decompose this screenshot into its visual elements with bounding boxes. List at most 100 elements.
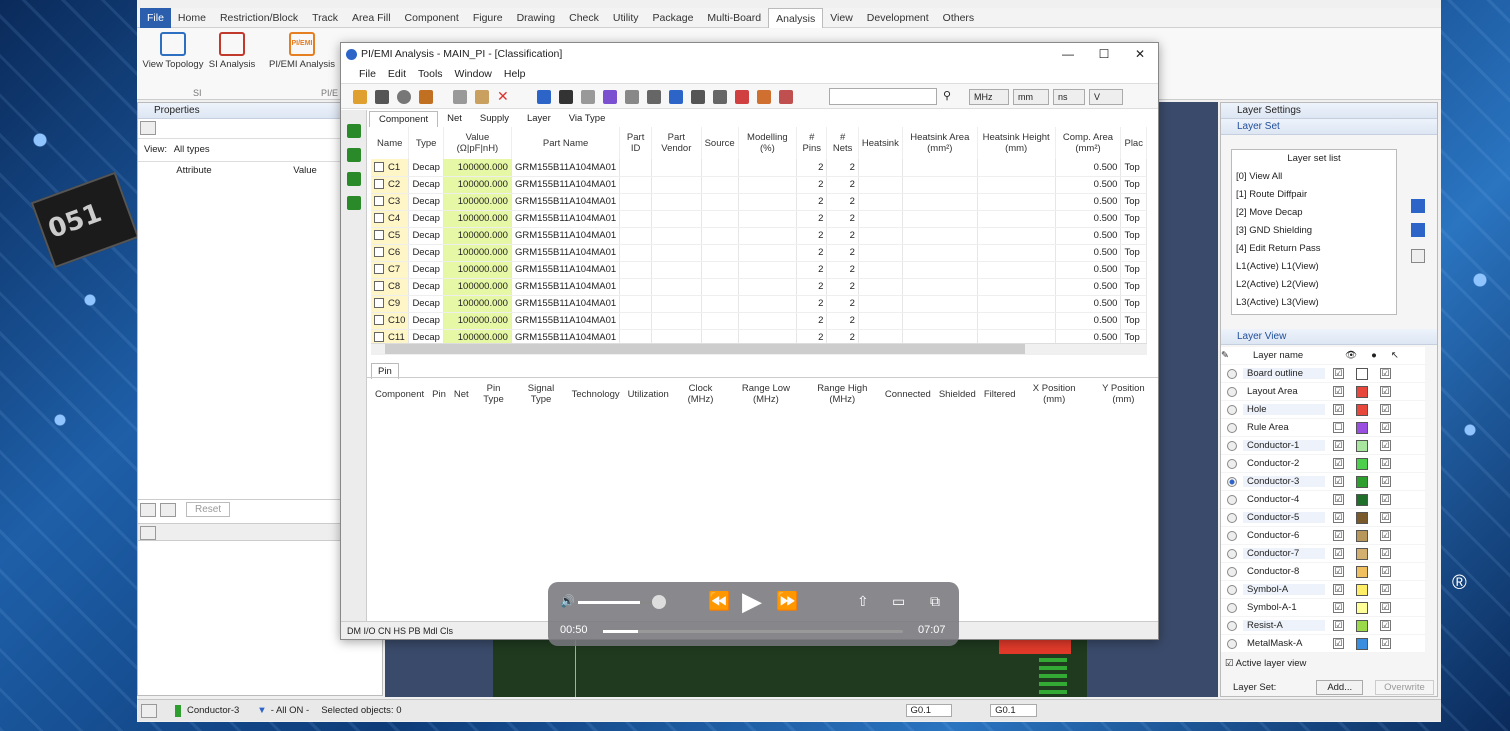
subpanel-icon[interactable] (140, 526, 156, 540)
menu-edit[interactable]: Edit (388, 68, 406, 80)
analyze-icon[interactable] (419, 90, 433, 104)
layer-row[interactable]: Conductor-3 ☑ ☑ (1221, 473, 1425, 491)
fast-forward-icon[interactable]: ⏩ (776, 591, 798, 612)
selectable-checkbox[interactable]: ☑ (1380, 602, 1391, 613)
visible-checkbox[interactable]: ☑ (1333, 458, 1344, 469)
layer-row[interactable]: Resist-A ☑ ☑ (1221, 617, 1425, 635)
menu-help[interactable]: Help (504, 68, 526, 80)
visible-checkbox[interactable]: ☑ (1333, 530, 1344, 541)
rewind-icon[interactable]: ⏪ (708, 591, 730, 612)
active-layer-radio[interactable] (1227, 494, 1237, 505)
tool-icon-2[interactable] (559, 90, 573, 104)
table-row[interactable]: C5 Decap 100000.000 GRM155B11A104MA01 2 2 0.50… (371, 227, 1147, 245)
filter-icon[interactable]: ▼ (257, 705, 266, 716)
layer-color-swatch[interactable] (1356, 385, 1368, 398)
column-header[interactable]: Source (701, 127, 739, 159)
visible-checkbox[interactable]: ☑ (1333, 368, 1344, 379)
layer-color-swatch[interactable] (1356, 457, 1368, 470)
table-row[interactable]: C9 Decap 100000.000 GRM155B11A104MA01 2 2 0.50… (371, 295, 1147, 313)
tab-layer[interactable]: Layer (518, 111, 560, 127)
play-icon[interactable]: ▶ (742, 586, 762, 617)
open-icon[interactable] (353, 90, 367, 104)
active-layer-radio[interactable] (1227, 620, 1237, 631)
column-header[interactable]: Type (408, 127, 444, 159)
active-layer-radio[interactable] (1227, 422, 1237, 433)
row-checkbox[interactable] (374, 264, 384, 275)
column-header[interactable]: Name (371, 127, 410, 159)
row-checkbox[interactable] (374, 315, 384, 326)
active-layer-radio[interactable] (1227, 602, 1237, 613)
layer-row[interactable]: Hole ☑ ☑ (1221, 401, 1425, 419)
column-header[interactable]: Plac (1120, 127, 1147, 159)
column-header[interactable]: Value (Ω|pF|nH) (443, 127, 512, 159)
row-checkbox[interactable] (374, 196, 384, 207)
properties-toolbar-icon[interactable] (140, 121, 156, 135)
active-layer-radio[interactable] (1227, 638, 1237, 649)
tool-icon-11[interactable] (757, 90, 771, 104)
layer-color-swatch[interactable] (1356, 511, 1368, 524)
table-row[interactable]: C8 Decap 100000.000 GRM155B11A104MA01 2 2 0.50… (371, 278, 1147, 296)
pin-column-header[interactable]: Utilization (624, 380, 673, 408)
visible-checkbox[interactable]: ☑ (1333, 566, 1344, 577)
layer-set-item[interactable]: [3] GND Shielding (1232, 222, 1396, 240)
layer-color-swatch[interactable] (1356, 493, 1368, 506)
voltage-unit-select[interactable]: V (1089, 89, 1123, 105)
menu-tab-multi-board[interactable]: Multi-Board (700, 8, 768, 28)
selectable-checkbox[interactable]: ☑ (1380, 422, 1391, 433)
selectable-checkbox[interactable]: ☑ (1380, 620, 1391, 631)
pin-column-header[interactable]: Filtered (980, 380, 1020, 408)
table-row[interactable]: C7 Decap 100000.000 GRM155B11A104MA01 2 2 0.50… (371, 261, 1147, 279)
visible-checkbox[interactable]: ☑ (1333, 638, 1344, 649)
settings-icon[interactable] (397, 90, 411, 104)
column-header[interactable]: Modelling (%) (738, 127, 798, 159)
column-header[interactable]: Heatsink Height (mm) (977, 127, 1056, 159)
minimize-button[interactable]: — (1050, 43, 1086, 65)
column-header[interactable]: # Pins (796, 127, 828, 159)
row-checkbox[interactable] (374, 298, 384, 309)
column-header[interactable]: Heatsink (858, 127, 903, 159)
move-up-icon[interactable] (1411, 199, 1425, 213)
time-unit-select[interactable]: ns (1053, 89, 1085, 105)
menu-tab-view[interactable]: View (823, 8, 860, 28)
volume-knob[interactable] (652, 595, 666, 609)
visible-checkbox[interactable]: ☑ (1333, 548, 1344, 559)
view-topology-button[interactable]: View Topology (141, 32, 205, 70)
visible-checkbox[interactable]: ☑ (1333, 494, 1344, 505)
tool-icon-6[interactable] (647, 90, 661, 104)
tab-via-type[interactable]: Via Type (560, 111, 615, 127)
menu-tab-restriction-block[interactable]: Restriction/Block (213, 8, 305, 28)
layer-row[interactable]: Conductor-6 ☑ ☑ (1221, 527, 1425, 545)
tool-icon-3[interactable] (581, 90, 595, 104)
save-icon[interactable] (375, 90, 389, 104)
layer-color-swatch[interactable] (1356, 583, 1368, 596)
active-layer-radio[interactable] (1227, 584, 1237, 595)
layer-row[interactable]: Conductor-2 ☑ ☑ (1221, 455, 1425, 473)
menu-tab-analysis[interactable]: Analysis (768, 7, 824, 28)
tab-supply[interactable]: Supply (471, 111, 518, 127)
active-layer-radio[interactable] (1227, 386, 1237, 397)
selectable-checkbox[interactable]: ☑ (1380, 494, 1391, 505)
visible-checkbox[interactable]: ☑ (1333, 440, 1344, 451)
visible-checkbox[interactable]: ☑ (1333, 584, 1344, 595)
selectable-checkbox[interactable]: ☑ (1380, 458, 1391, 469)
tab-component[interactable]: Component (369, 111, 439, 127)
layer-row[interactable]: Symbol-A ☑ ☑ (1221, 581, 1425, 599)
layer-color-swatch[interactable] (1356, 403, 1368, 416)
share-icon[interactable]: ⇧ (857, 593, 869, 610)
menu-tab-package[interactable]: Package (646, 8, 701, 28)
row-checkbox[interactable] (374, 179, 384, 190)
tab-net[interactable]: Net (438, 111, 471, 127)
menu-tab-check[interactable]: Check (562, 8, 606, 28)
active-layer-radio[interactable] (1227, 404, 1237, 415)
layer-set-item[interactable]: [0] View All (1232, 168, 1396, 186)
pin-column-header[interactable]: Shielded (935, 380, 980, 408)
table-row[interactable]: C2 Decap 100000.000 GRM155B11A104MA01 2 2 0.50… (371, 176, 1147, 194)
layer-row[interactable]: Rule Area ☐ ☑ (1221, 419, 1425, 437)
menu-tab-figure[interactable]: Figure (466, 8, 510, 28)
tool-icon-5[interactable] (625, 90, 639, 104)
add-button[interactable]: Add... (1316, 679, 1364, 695)
pin-column-header[interactable]: Range High (MHz) (804, 380, 881, 408)
visible-checkbox[interactable]: ☑ (1333, 476, 1344, 487)
selectable-checkbox[interactable]: ☑ (1380, 512, 1391, 523)
layer-color-swatch[interactable] (1356, 637, 1368, 650)
